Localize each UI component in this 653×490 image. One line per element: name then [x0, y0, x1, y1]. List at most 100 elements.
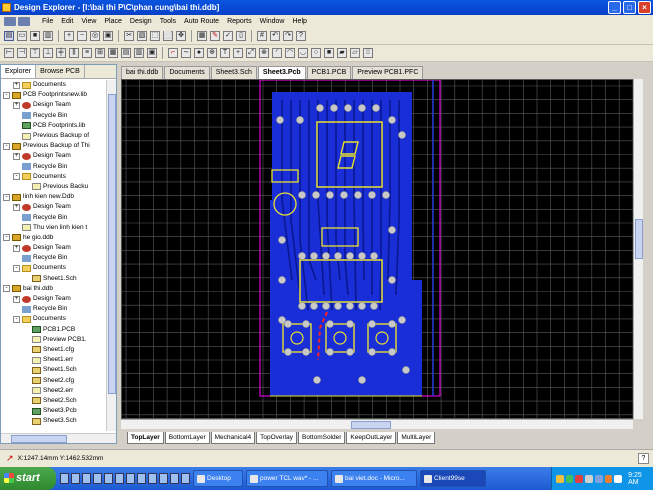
- collapse-icon[interactable]: -: [13, 173, 20, 181]
- close-button[interactable]: ×: [638, 1, 651, 14]
- cross-probe-icon[interactable]: ✎: [210, 31, 220, 41]
- add-library-icon[interactable]: ✓: [223, 31, 233, 41]
- zoom-in-icon[interactable]: +: [64, 31, 74, 41]
- tray-icon[interactable]: [594, 474, 603, 483]
- menu-reports[interactable]: Reports: [223, 18, 256, 25]
- tree-item[interactable]: Sheet2.err: [1, 386, 107, 396]
- coordinate-icon[interactable]: +: [233, 48, 243, 58]
- tree-item[interactable]: Recycle Bin: [1, 162, 107, 172]
- document-tab[interactable]: PCB1.PCB: [306, 66, 352, 79]
- tree-item[interactable]: PCB1.PCB: [1, 325, 107, 335]
- tree-item[interactable]: Recycle Bin: [1, 253, 107, 263]
- tree-item[interactable]: Previous Backup of: [1, 131, 107, 141]
- tree-item[interactable]: - Documents: [1, 314, 107, 324]
- tray-icon[interactable]: [604, 474, 613, 483]
- canvas-vertical-scrollbar[interactable]: [633, 79, 643, 419]
- quick-launch-icon[interactable]: [170, 473, 179, 484]
- tree-item[interactable]: + Design Team: [1, 151, 107, 161]
- cut-icon[interactable]: ✂: [124, 31, 134, 41]
- toggle-panel-icon[interactable]: ▤: [4, 31, 14, 41]
- tree-item[interactable]: Sheet2.Sch: [1, 396, 107, 406]
- expand-icon[interactable]: +: [13, 101, 20, 109]
- scrollbar-thumb[interactable]: [351, 421, 391, 429]
- tray-icon[interactable]: [565, 474, 574, 483]
- document-tab[interactable]: Preview PCB1.PFC: [352, 66, 424, 79]
- arrange-icon[interactable]: ▦: [108, 48, 118, 58]
- quick-launch-icon[interactable]: [181, 473, 190, 484]
- align-right-icon[interactable]: ⊣: [17, 48, 27, 58]
- document-tab[interactable]: Sheet3.Pcb: [257, 66, 306, 79]
- layer-tab[interactable]: Mechanical4: [210, 432, 256, 444]
- dimension-icon[interactable]: ⤢: [246, 48, 256, 58]
- tree-item[interactable]: + Design Team: [1, 294, 107, 304]
- grid-icon[interactable]: #: [257, 31, 267, 41]
- array-paste-icon[interactable]: ⁞⁞: [363, 48, 373, 58]
- distribute-horizontal-icon[interactable]: ⫼: [69, 48, 79, 58]
- tree-item[interactable]: - PCB Footprintsnew.lib: [1, 90, 107, 100]
- collapse-icon[interactable]: -: [3, 91, 10, 99]
- split-plane-icon[interactable]: ▱: [350, 48, 360, 58]
- tray-icon[interactable]: [585, 474, 593, 483]
- quick-launch-icon[interactable]: [82, 473, 91, 484]
- menu-bar-icon[interactable]: [4, 16, 34, 27]
- tree-item[interactable]: - Previous Backup of Thi: [1, 141, 107, 151]
- window-titlebar[interactable]: Design Explorer - [I:\bai thi P\C\phan c…: [0, 0, 653, 15]
- menu-help[interactable]: Help: [289, 18, 311, 25]
- tree-item[interactable]: Recycle Bin: [1, 111, 107, 121]
- scrollbar-thumb[interactable]: [11, 435, 67, 443]
- room-icon[interactable]: ▤: [121, 48, 131, 58]
- component-icon[interactable]: ▯: [236, 31, 246, 41]
- tree-item[interactable]: + Design Team: [1, 243, 107, 253]
- tree-item[interactable]: Recycle Bin: [1, 304, 107, 314]
- tree-item[interactable]: Sheet1.cfg: [1, 345, 107, 355]
- scrollbar-thumb[interactable]: [635, 219, 643, 259]
- line-icon[interactable]: ∼: [181, 48, 191, 58]
- layer-tab[interactable]: BottomLayer: [164, 432, 210, 444]
- expand-icon[interactable]: +: [13, 244, 20, 252]
- expand-icon[interactable]: +: [13, 81, 20, 89]
- component-grid-icon[interactable]: ▣: [147, 48, 157, 58]
- menu-view[interactable]: View: [77, 18, 100, 25]
- explorer-horizontal-scrollbar[interactable]: [1, 433, 116, 443]
- document-tab[interactable]: Sheet3.Sch: [210, 66, 257, 79]
- via-icon[interactable]: ⊕: [207, 48, 217, 58]
- tree-item[interactable]: Sheet3.Pcb: [1, 406, 107, 416]
- tree-item[interactable]: Thu vien linh kien t: [1, 223, 107, 233]
- open-icon[interactable]: ▭: [17, 31, 27, 41]
- tree-item[interactable]: PCB Footprints.lib: [1, 121, 107, 131]
- tree-item[interactable]: Sheet1.Sch: [1, 274, 107, 284]
- polygon-plane-icon[interactable]: ▰: [337, 48, 347, 58]
- layer-tab[interactable]: BottomSolder: [298, 432, 346, 444]
- save-icon[interactable]: ■: [30, 31, 40, 41]
- tree-item[interactable]: - he gio.ddb: [1, 233, 107, 243]
- string-icon[interactable]: T: [220, 48, 230, 58]
- zoom-area-icon[interactable]: ▣: [103, 31, 113, 41]
- layer-tab[interactable]: TopOverlay: [256, 432, 298, 444]
- taskbar-item-client99se[interactable]: Client99se: [420, 470, 486, 487]
- menu-file[interactable]: File: [38, 18, 57, 25]
- scrollbar-thumb[interactable]: [108, 94, 116, 394]
- expand-icon[interactable]: +: [13, 203, 20, 211]
- quick-launch-icon[interactable]: [104, 473, 113, 484]
- pcb-library-icon[interactable]: ▦: [197, 31, 207, 41]
- pcb-canvas[interactable]: [121, 79, 643, 419]
- tree-item[interactable]: + Design Team: [1, 202, 107, 212]
- zoom-out-icon[interactable]: −: [77, 31, 87, 41]
- tray-icon[interactable]: [614, 474, 623, 483]
- collapse-icon[interactable]: -: [3, 234, 10, 242]
- quick-launch-icon[interactable]: [60, 473, 69, 484]
- pad-icon[interactable]: ●: [194, 48, 204, 58]
- collapse-icon[interactable]: -: [13, 315, 20, 323]
- collapse-icon[interactable]: -: [3, 142, 10, 150]
- tree-item[interactable]: - linh kien new.Ddb: [1, 192, 107, 202]
- quick-launch-icon[interactable]: [137, 473, 146, 484]
- tree-item[interactable]: Sheet2.cfg: [1, 375, 107, 385]
- menu-auto-route[interactable]: Auto Route: [180, 18, 223, 25]
- status-help-icon[interactable]: ?: [638, 453, 649, 464]
- tab-explorer[interactable]: Explorer: [1, 65, 37, 78]
- pcb-drawing[interactable]: [122, 80, 643, 419]
- move-icon[interactable]: ✥: [176, 31, 186, 41]
- maximize-button[interactable]: □: [623, 1, 636, 14]
- full-circle-icon[interactable]: ○: [311, 48, 321, 58]
- collapse-icon[interactable]: -: [3, 193, 10, 201]
